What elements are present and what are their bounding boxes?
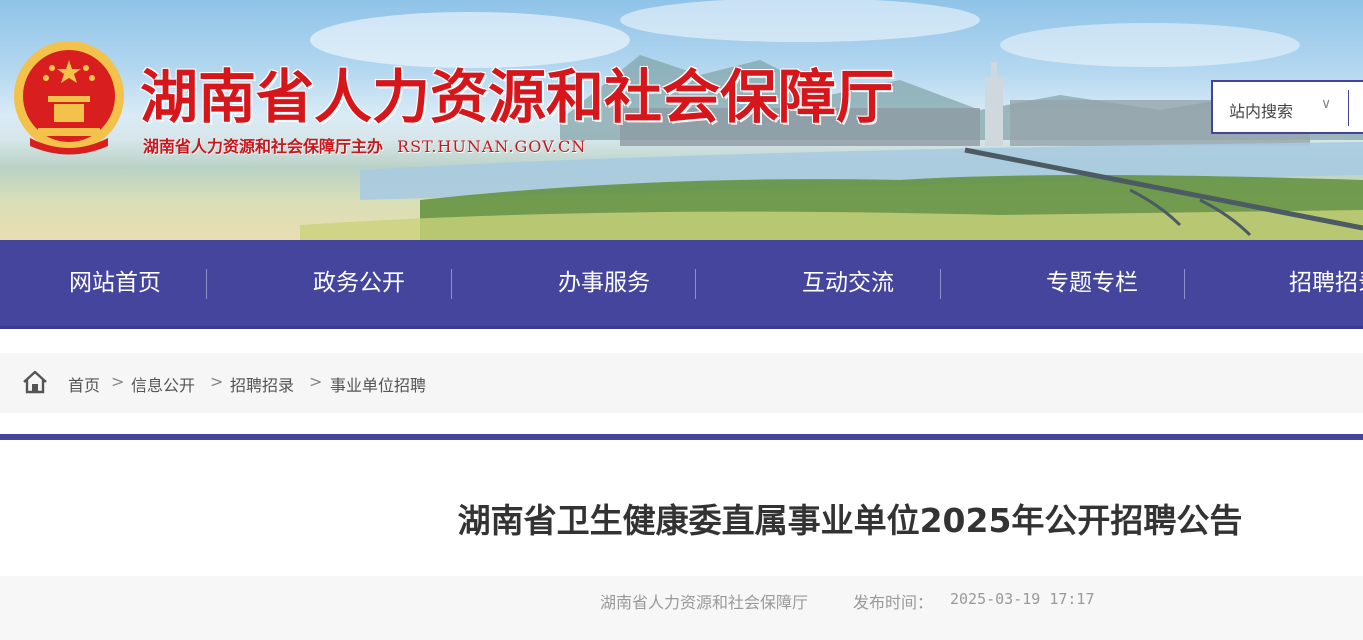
site-subtitle: 湖南省人力资源和社会保障厅主办 RST.HUNAN.GOV.CN	[143, 133, 586, 157]
site-domain: RST.HUNAN.GOV.CN	[397, 137, 587, 156]
publish-time: 2025-03-19 17:17	[950, 590, 1095, 608]
breadcrumb-separator: >	[111, 372, 125, 391]
nav-separator	[695, 269, 696, 299]
national-emblem-icon	[14, 41, 124, 155]
article-meta: 湖南省人力资源和社会保障厅 发布时间： 2025-03-19 17:17	[0, 576, 1363, 640]
home-icon[interactable]	[22, 369, 48, 395]
content-divider	[0, 434, 1363, 440]
site-banner: 湖南省人力资源和社会保障厅 湖南省人力资源和社会保障厅主办 RST.HUNAN.G…	[0, 0, 1363, 240]
site-host-text: 湖南省人力资源和社会保障厅主办	[143, 137, 384, 156]
publish-time-label: 发布时间：	[853, 593, 934, 612]
chevron-down-icon[interactable]: ∨	[1321, 96, 1331, 112]
breadcrumb: 首页 > 信息公开 > 招聘招录 > 事业单位招聘	[0, 353, 1363, 413]
nav-separator	[940, 269, 941, 299]
nav-item-recruitment[interactable]: 招聘招录	[1289, 240, 1363, 326]
nav-item-home[interactable]: 网站首页	[0, 240, 230, 326]
breadcrumb-recruitment[interactable]: 招聘招录	[230, 372, 294, 396]
breadcrumb-public-institution-recruitment[interactable]: 事业单位招聘	[330, 372, 426, 396]
nav-item-services[interactable]: 办事服务	[489, 240, 719, 326]
site-title: 湖南省人力资源和社会保障厅	[140, 63, 895, 131]
article-title: 湖南省卫生健康委直属事业单位2025年公开招聘公告	[457, 501, 1243, 540]
nav-separator	[451, 269, 452, 299]
nav-separator	[206, 269, 207, 299]
breadcrumb-separator: >	[210, 372, 224, 391]
search-scope-select[interactable]: 站内搜索	[1229, 98, 1293, 122]
search-divider	[1348, 90, 1349, 126]
nav-item-government-affairs[interactable]: 政务公开	[244, 240, 474, 326]
breadcrumb-home[interactable]: 首页	[68, 372, 100, 396]
nav-bottom-border	[0, 326, 1363, 329]
nav-separator	[1184, 269, 1185, 299]
nav-item-interaction[interactable]: 互动交流	[733, 240, 963, 326]
article-source: 湖南省人力资源和社会保障厅	[600, 593, 809, 612]
search-box[interactable]: 站内搜索 ∨	[1211, 80, 1363, 134]
nav-item-special-topics[interactable]: 专题专栏	[977, 240, 1207, 326]
main-nav: 网站首页 政务公开 办事服务 互动交流 专题专栏 招聘招录	[0, 240, 1363, 326]
breadcrumb-separator: >	[309, 372, 323, 391]
breadcrumb-info-disclosure[interactable]: 信息公开	[131, 372, 195, 396]
